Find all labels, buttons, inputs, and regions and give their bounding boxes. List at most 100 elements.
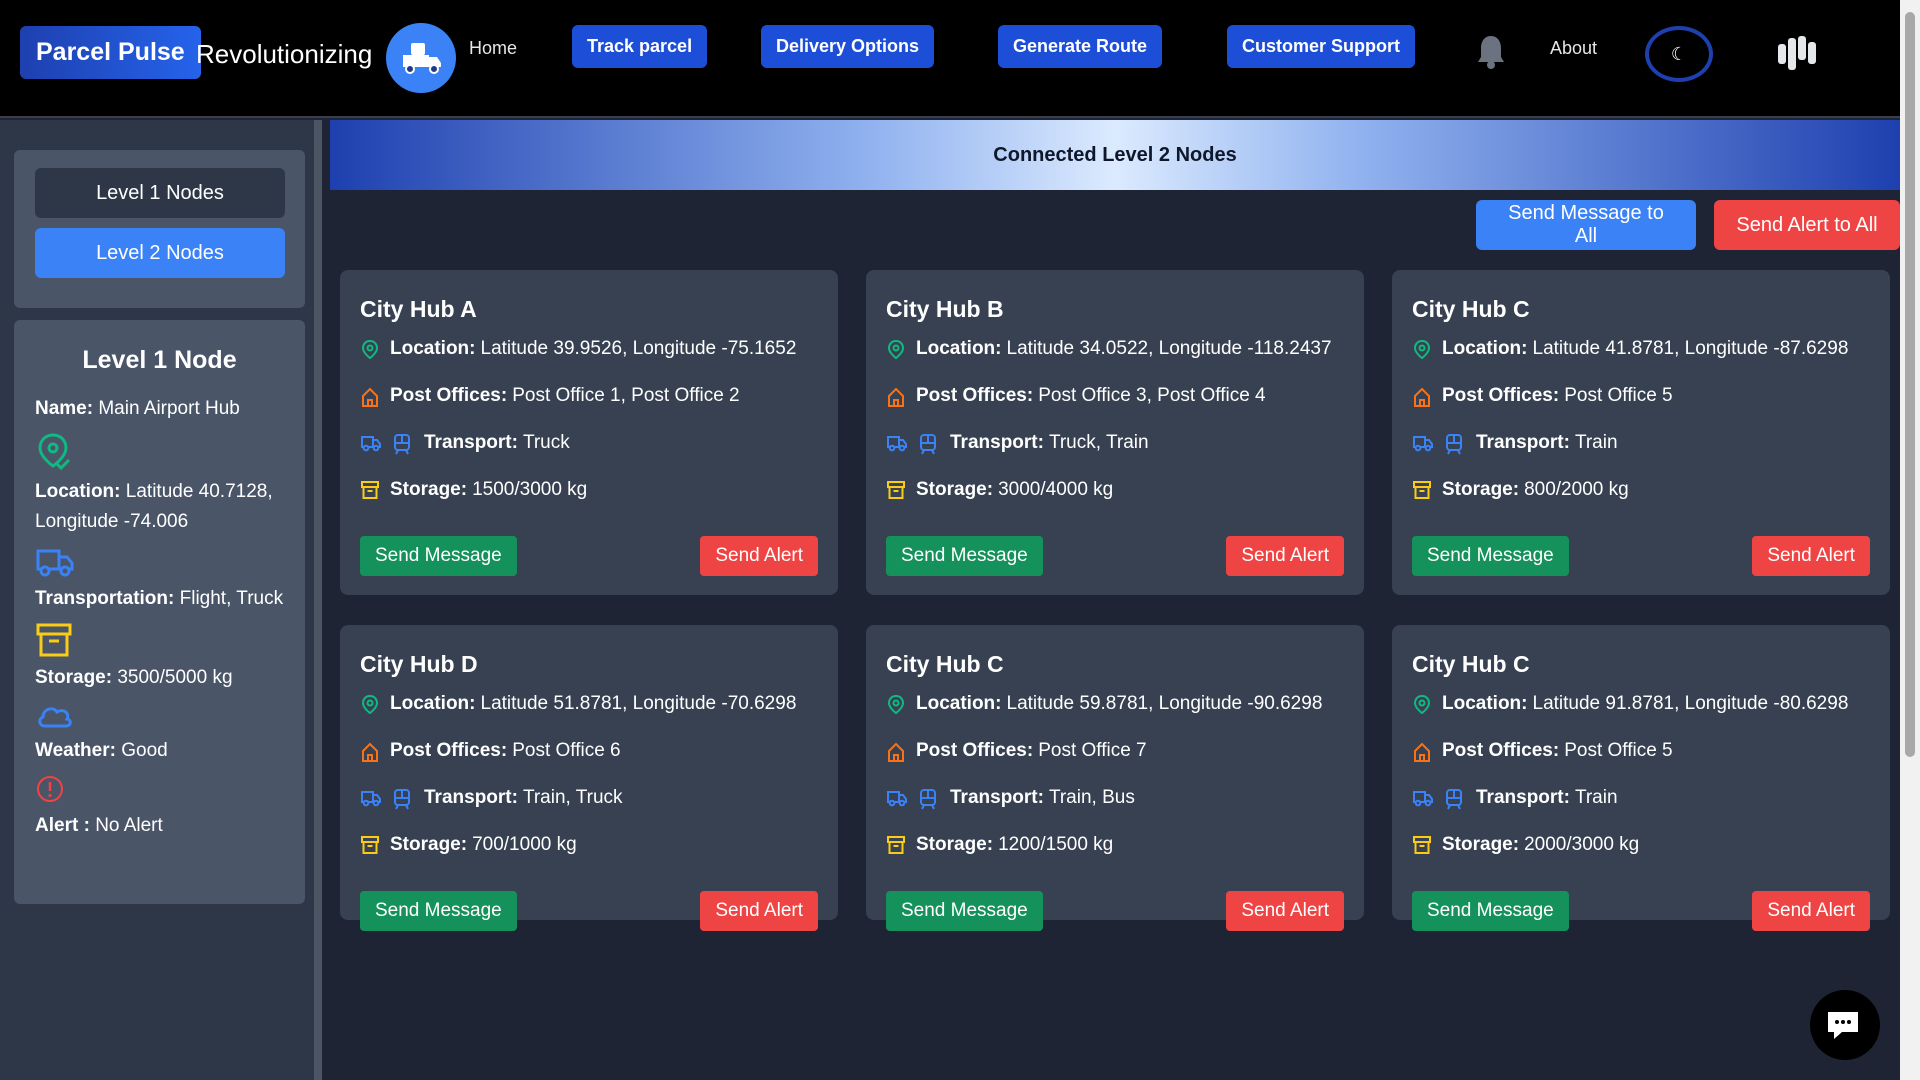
card-post-offices: Post Offices: Post Office 6 <box>360 736 818 773</box>
cloud-icon <box>35 701 284 736</box>
storage-label: Storage: <box>916 479 994 500</box>
storage-value: 700/1000 kg <box>472 834 577 855</box>
card-location: Location: Latitude 59.8781, Longitude -90… <box>886 689 1344 726</box>
send-alert-to-all-button[interactable]: Send Alert to All <box>1714 200 1900 250</box>
post-offices-value: Post Office 7 <box>1038 740 1147 761</box>
level-2-nodes-button[interactable]: Level 2 Nodes <box>35 228 285 278</box>
truck-icon <box>360 788 382 818</box>
chat-icon[interactable] <box>1810 990 1880 1060</box>
node-alert: Alert : No Alert <box>35 811 284 841</box>
level-1-nodes-button[interactable]: Level 1 Nodes <box>35 168 285 218</box>
brand-logo[interactable]: Parcel Pulse <box>20 26 201 79</box>
node-storage-label: Storage: <box>35 667 113 688</box>
home-icon <box>886 386 906 418</box>
card-storage: Storage: 700/1000 kg <box>360 830 818 865</box>
archive-box-icon <box>886 835 906 865</box>
location-label: Location: <box>1442 338 1528 359</box>
send-alert-button[interactable]: Send Alert <box>700 536 818 576</box>
card-post-offices: Post Offices: Post Office 5 <box>1412 736 1870 773</box>
card-actions: Send Message Send Alert <box>886 536 1344 576</box>
post-offices-value: Post Office 5 <box>1564 740 1673 761</box>
generate-route-button[interactable]: Generate Route <box>998 25 1163 68</box>
bell-icon[interactable] <box>1476 34 1506 70</box>
card-transport: Transport: Truck <box>360 428 818 465</box>
storage-value: 3000/4000 kg <box>998 479 1114 500</box>
send-message-button[interactable]: Send Message <box>1412 891 1569 931</box>
card-transport: Transport: Train, Truck <box>360 783 818 820</box>
send-alert-button[interactable]: Send Alert <box>1752 536 1870 576</box>
card-title: City Hub A <box>360 296 477 322</box>
send-alert-button[interactable]: Send Alert <box>1226 891 1344 931</box>
transport-value: Truck <box>522 432 570 453</box>
post-offices-label: Post Offices: <box>1442 740 1560 761</box>
location-value: Latitude 39.9526, Longitude -75.1652 <box>480 338 797 359</box>
archive-box-icon <box>360 480 380 510</box>
card-actions: Send Message Send Alert <box>360 891 818 931</box>
location-label: Location: <box>390 693 476 714</box>
location-value: Latitude 51.8781, Longitude -70.6298 <box>480 693 797 714</box>
node-storage: Storage: 3500/5000 kg <box>35 663 284 693</box>
nav-home[interactable]: Home <box>469 36 517 60</box>
map-pin-icon <box>360 339 380 371</box>
truck-icon <box>1412 433 1434 463</box>
map-pin-icon <box>886 339 906 371</box>
train-icon <box>1444 433 1464 465</box>
location-label: Location: <box>916 338 1002 359</box>
node-alert-value: No Alert <box>95 815 163 836</box>
node-storage-value: 3500/5000 kg <box>117 667 233 688</box>
send-message-to-all-button[interactable]: Send Message to All <box>1476 200 1696 250</box>
top-navbar: Parcel Pulse Revolutionizing Home Track … <box>0 0 1900 118</box>
node-card: City Hub B Location: Latitude 34.0522, Lon… <box>866 270 1364 595</box>
send-message-button[interactable]: Send Message <box>886 536 1043 576</box>
location-value: Latitude 34.0522, Longitude -118.2437 <box>1006 338 1332 359</box>
track-parcel-button[interactable]: Track parcel <box>572 25 708 68</box>
train-icon <box>1444 788 1464 820</box>
card-post-offices: Post Offices: Post Office 1, Post Office … <box>360 381 818 418</box>
node-card: City Hub C Location: Latitude 91.8781, Lon… <box>1392 625 1890 931</box>
theme-toggle-button[interactable]: ☾ <box>1645 26 1713 82</box>
location-label: Location: <box>916 693 1002 714</box>
home-icon <box>360 741 380 773</box>
customer-support-button[interactable]: Customer Support <box>1227 25 1416 68</box>
transport-label: Transport: <box>424 432 518 453</box>
scrollbar-thumb[interactable] <box>1905 12 1915 757</box>
alert-circle-icon <box>35 774 284 811</box>
node-location-label: Location: <box>35 481 121 502</box>
send-message-button[interactable]: Send Message <box>360 536 517 576</box>
send-alert-button[interactable]: Send Alert <box>1752 891 1870 931</box>
grid-apps-icon[interactable] <box>1776 34 1820 74</box>
node-weather-value: Good <box>121 740 168 761</box>
card-actions: Send Message Send Alert <box>1412 536 1870 576</box>
transport-label: Transport: <box>424 787 518 808</box>
node-transport-label: Transportation: <box>35 588 175 609</box>
page-scrollbar[interactable] <box>1900 0 1920 1080</box>
send-message-button[interactable]: Send Message <box>1412 536 1569 576</box>
post-offices-label: Post Offices: <box>916 740 1034 761</box>
card-location: Location: Latitude 51.8781, Longitude -70… <box>360 689 818 726</box>
delivery-options-button[interactable]: Delivery Options <box>761 25 935 68</box>
home-icon <box>886 741 906 773</box>
send-message-button[interactable]: Send Message <box>886 891 1043 931</box>
send-message-button[interactable]: Send Message <box>360 891 517 931</box>
node-card: City Hub A Location: Latitude 39.9526, Lon… <box>340 270 838 595</box>
card-actions: Send Message Send Alert <box>1412 891 1870 931</box>
node-location: Location: Latitude 40.7128, Longitude -7… <box>35 477 284 537</box>
storage-label: Storage: <box>390 834 468 855</box>
map-pin-icon <box>35 432 284 477</box>
send-alert-button[interactable]: Send Alert <box>1226 536 1344 576</box>
card-storage: Storage: 3000/4000 kg <box>886 475 1344 510</box>
node-transport-value: Flight, Truck <box>179 588 284 609</box>
send-alert-button[interactable]: Send Alert <box>700 891 818 931</box>
transport-label: Transport: <box>950 432 1044 453</box>
card-transport: Transport: Truck, Train <box>886 428 1344 465</box>
transport-value: Train <box>1574 432 1618 453</box>
card-title: City Hub C <box>1412 651 1530 677</box>
train-icon <box>392 433 412 465</box>
card-location: Location: Latitude 39.9526, Longitude -75… <box>360 334 818 371</box>
nav-about[interactable]: About <box>1550 36 1597 60</box>
archive-box-icon <box>886 480 906 510</box>
location-label: Location: <box>390 338 476 359</box>
post-offices-label: Post Offices: <box>1442 385 1560 406</box>
card-title: City Hub C <box>1412 296 1530 322</box>
archive-box-icon <box>1412 835 1432 865</box>
